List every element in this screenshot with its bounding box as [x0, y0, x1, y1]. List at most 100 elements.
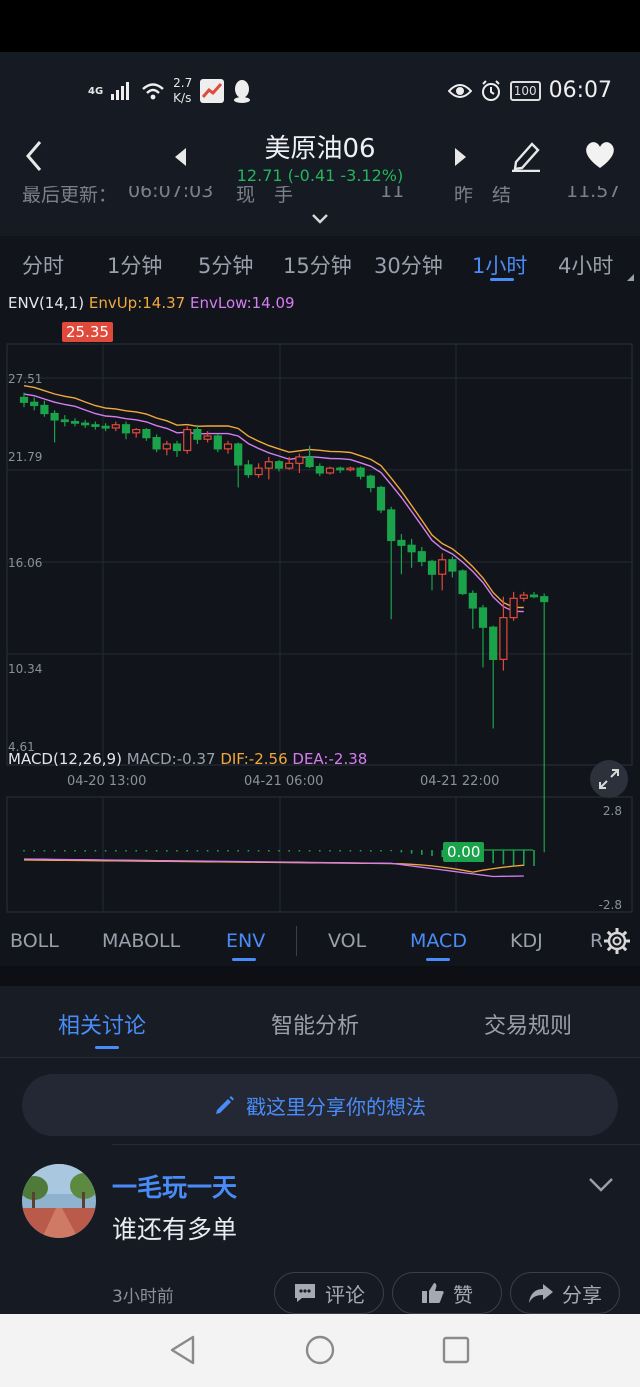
post-divider	[112, 1144, 640, 1145]
share-placeholder: 戳这里分享你的想法	[246, 1094, 426, 1119]
like-button[interactable]: 赞	[392, 1272, 502, 1314]
status-right: 100 06:07	[447, 78, 612, 103]
expand-arrows-icon	[599, 769, 619, 789]
env-legend: ENV(14,1) EnvUp:14.37 EnvLow:14.09	[8, 294, 295, 312]
macd-value: MACD:-0.37	[126, 750, 216, 768]
tab-period-5min[interactable]: 5分钟	[198, 250, 253, 280]
status-bar: 4G 2.7 K/s 100 06:07	[0, 52, 640, 136]
share-arrow-icon	[529, 1284, 553, 1303]
candle-body	[346, 467, 355, 471]
indicator-tabs: BOLL MABOLL ENV VOL MACD KDJ R	[0, 914, 640, 966]
y-tick-label: 27.51	[8, 372, 43, 386]
share-label: 分享	[562, 1282, 602, 1307]
tab-period-30min[interactable]: 30分钟	[374, 250, 443, 280]
candle-body	[427, 560, 437, 575]
last-update-time: 06:07:03	[128, 186, 214, 202]
thumbs-up-icon	[422, 1283, 444, 1303]
candle-body	[285, 462, 294, 469]
x-tick-label: 04-21 22:00	[420, 774, 500, 789]
nav-home-icon[interactable]	[304, 1334, 336, 1366]
nav-back-icon[interactable]	[168, 1334, 198, 1366]
candle-body	[478, 607, 488, 628]
macd-zero-tag: 0.00	[443, 842, 485, 862]
current-price-tag: 25.35	[62, 322, 113, 342]
indicator-separator	[296, 926, 297, 956]
network-label: 4G	[88, 85, 104, 97]
kline-chart[interactable]: ENV(14,1) EnvUp:14.37 EnvLow:14.09 27.51…	[0, 290, 640, 914]
tab-period-timeshare[interactable]: 分时	[22, 250, 64, 280]
candle-body	[305, 456, 314, 468]
candle-body	[468, 592, 477, 609]
tab-indicator-kdj[interactable]: KDJ	[510, 930, 543, 952]
more-periods-icon[interactable]	[627, 274, 634, 281]
current-price: 12.71	[236, 166, 283, 185]
candle-body	[121, 424, 131, 434]
candle-body	[234, 443, 243, 466]
post-username[interactable]: 一毛玩一天	[112, 1168, 237, 1204]
discussion-tab-underline	[95, 1046, 119, 1049]
settings-gear-icon[interactable]	[602, 926, 632, 956]
share-thought-input[interactable]: 戳这里分享你的想法	[22, 1074, 618, 1136]
app-screen: 4G 2.7 K/s 100 06:07 美原油06 12.71 (-0.41 …	[0, 52, 640, 1314]
tab-period-1min[interactable]: 1分钟	[107, 250, 162, 280]
candle-body	[274, 461, 284, 469]
candle-body	[70, 420, 80, 424]
tab-period-1hour[interactable]: 1小时	[472, 250, 527, 280]
tab-trading-rules[interactable]: 交易规则	[484, 1008, 572, 1040]
candle-body	[81, 422, 90, 426]
tab-related-discussion[interactable]: 相关讨论	[58, 1008, 146, 1040]
candle-body	[152, 437, 161, 450]
avatar-image	[22, 1164, 96, 1238]
tab-period-4hour[interactable]: 4小时	[558, 250, 613, 280]
tab-period-15min[interactable]: 15分钟	[283, 250, 352, 280]
candle-body	[101, 425, 110, 429]
signal-icon	[111, 82, 130, 100]
candle-body	[519, 594, 528, 599]
nav-recents-icon[interactable]	[441, 1335, 471, 1365]
chart-canvas	[6, 343, 633, 913]
tab-indicator-macd[interactable]: MACD	[410, 930, 467, 952]
candle-body	[162, 443, 171, 450]
section-gap	[0, 966, 640, 986]
fullscreen-button[interactable]	[590, 760, 628, 798]
tab-smart-analysis[interactable]: 智能分析	[271, 1008, 359, 1040]
candle-body	[142, 428, 151, 439]
y-tick-label: 21.79	[8, 450, 43, 464]
tab-indicator-env[interactable]: ENV	[226, 930, 265, 952]
tab-indicator-vol[interactable]: VOL	[328, 930, 366, 952]
expand-chevron-icon[interactable]	[310, 212, 330, 226]
tab-indicator-maboll[interactable]: MABOLL	[102, 930, 180, 952]
avatar[interactable]	[22, 1164, 96, 1238]
env-up-value: EnvUp:14.37	[88, 294, 186, 312]
wifi-icon	[142, 83, 164, 100]
candle-body	[213, 435, 222, 450]
candle-body	[315, 465, 324, 474]
edit-pencil-icon[interactable]	[510, 138, 542, 172]
favorite-heart-icon[interactable]	[584, 140, 616, 170]
alarm-icon	[481, 79, 500, 101]
candle-body	[529, 594, 539, 598]
candle-body	[193, 428, 202, 440]
candle-body	[376, 486, 386, 511]
share-button[interactable]: 分享	[510, 1272, 620, 1314]
price-change: (-0.41 -3.12%)	[287, 166, 404, 185]
y-tick-label: 10.34	[8, 662, 43, 676]
contract-title: 美原油06	[264, 134, 376, 164]
candle-body	[183, 428, 192, 452]
comment-icon	[295, 1284, 315, 1302]
battery-indicator: 100	[509, 80, 541, 101]
candle-body	[40, 404, 49, 415]
comment-button[interactable]: 评论	[274, 1272, 384, 1314]
macd-tick-label: -2.8	[598, 898, 622, 912]
tab-indicator-boll[interactable]: BOLL	[10, 930, 59, 952]
prev-settle-value: 11.57	[566, 186, 621, 202]
candle-body	[91, 424, 100, 427]
candle-body	[244, 464, 253, 476]
macd-legend: MACD(12,26,9) MACD:-0.37 DIF:-2.56 DEA:-…	[8, 750, 367, 768]
post-menu-chevron-icon[interactable]	[588, 1176, 614, 1194]
dea-value: DEA:-2.38	[292, 750, 368, 768]
candle-body	[132, 428, 141, 434]
post-content[interactable]: 谁还有多单	[112, 1210, 237, 1246]
next-contract-arrow-icon[interactable]	[455, 148, 466, 166]
current-volume-label: 现 手	[236, 186, 294, 206]
